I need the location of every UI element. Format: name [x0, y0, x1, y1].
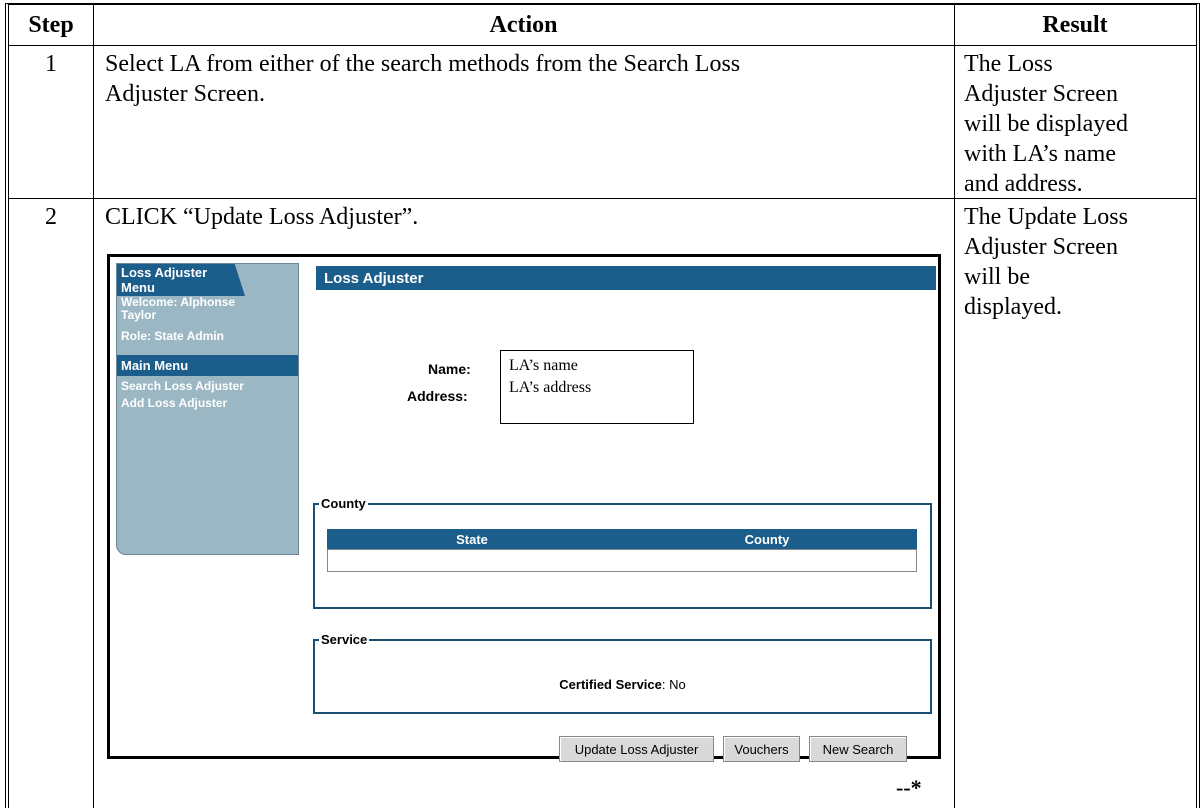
certified-service-label: Certified Service: [559, 677, 662, 692]
step-result: The Loss Adjuster Screen will be display…: [964, 49, 1194, 199]
result-line: displayed.: [964, 294, 1062, 320]
header-action: Action: [489, 11, 558, 38]
step-number: 2: [45, 204, 57, 230]
result-line: will be: [964, 264, 1030, 290]
result-line: with LA’s name: [964, 141, 1116, 167]
result-line: and address.: [964, 171, 1083, 197]
result-line: Adjuster Screen: [964, 234, 1118, 260]
county-section: County State County: [313, 496, 932, 609]
new-search-button[interactable]: New Search: [809, 736, 907, 762]
step-action: Select LA from either of the search meth…: [105, 49, 945, 109]
service-section: Service Certified Service: No: [313, 632, 932, 714]
sidebar: Loss Adjuster Menu Welcome: Alphonse Tay…: [116, 263, 299, 555]
result-line: Adjuster Screen: [964, 81, 1118, 107]
column-divider: [93, 5, 94, 808]
loss-adjuster-screenshot: Loss Adjuster Menu Welcome: Alphonse Tay…: [107, 254, 941, 762]
action-line: Select LA from either of the search meth…: [105, 51, 741, 77]
name-label: Name:: [428, 361, 471, 377]
result-line: will be displayed: [964, 111, 1128, 137]
vouchers-button[interactable]: Vouchers: [723, 736, 800, 762]
column-header-state[interactable]: State: [327, 529, 617, 549]
update-loss-adjuster-button[interactable]: Update Loss Adjuster: [559, 736, 714, 762]
la-name-text: LA’s name: [509, 357, 578, 374]
welcome-name: Taylor: [121, 308, 157, 322]
sidebar-menu-title: Loss Adjuster Menu: [117, 264, 245, 296]
step-result: The Update Loss Adjuster Screen will be …: [964, 202, 1194, 322]
step-action: CLICK “Update Loss Adjuster”.: [105, 204, 419, 230]
header-step: Step: [28, 11, 74, 38]
main-menu-heading: Main Menu: [117, 355, 298, 376]
sidebar-item-search-loss-adjuster[interactable]: Search Loss Adjuster: [117, 376, 298, 393]
county-grid-header: State County: [327, 529, 917, 549]
role-text: Role: State Admin: [121, 329, 224, 343]
column-header-county[interactable]: County: [617, 529, 917, 549]
sidebar-item-add-loss-adjuster[interactable]: Add Loss Adjuster: [117, 393, 298, 410]
header-result: Result: [1042, 11, 1108, 38]
certified-service-text: Certified Service: No: [315, 677, 930, 692]
step-number: 1: [45, 51, 57, 77]
service-legend: Service: [321, 632, 368, 647]
certified-service-value: : No: [661, 677, 686, 692]
la-callout-box: LA’s name LA’s address: [500, 350, 694, 424]
action-line: Adjuster Screen.: [105, 81, 265, 107]
la-address-text: LA’s address: [509, 379, 592, 396]
column-divider: [954, 5, 955, 808]
page-title: Loss Adjuster: [316, 266, 936, 290]
result-line: The Loss: [964, 51, 1053, 77]
county-grid-row: [327, 549, 917, 572]
end-marker: --*: [896, 775, 922, 800]
row-divider: [9, 45, 1196, 46]
address-label: Address:: [407, 388, 468, 404]
county-legend: County: [321, 496, 366, 511]
result-line: The Update Loss: [964, 204, 1128, 230]
